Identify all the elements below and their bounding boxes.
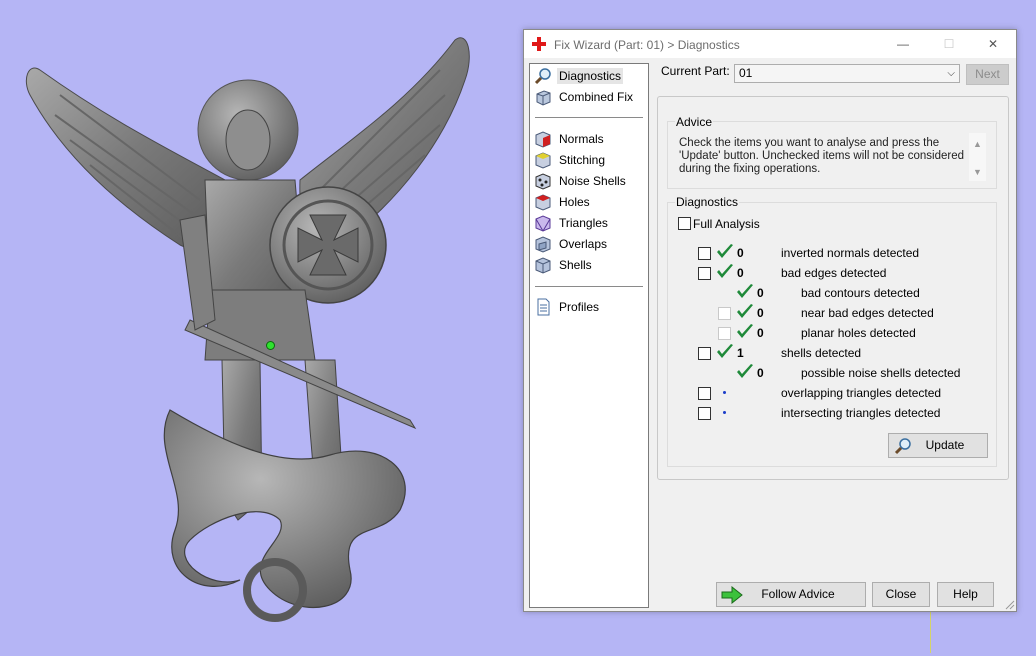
scroll-up-icon[interactable]: ▲ — [973, 139, 982, 149]
diagnostic-label: bad contours detected — [801, 286, 920, 300]
diagnostics-title: Diagnostics — [675, 195, 740, 209]
advice-text: Check the items you want to analyse and … — [679, 137, 965, 175]
close-window-button[interactable]: ✕ — [970, 30, 1016, 58]
nav-label: Combined Fix — [559, 90, 634, 104]
diagnostic-checkbox[interactable] — [698, 247, 711, 260]
diagnostic-count: 0 — [757, 326, 764, 340]
cursor-trail-line — [930, 612, 931, 653]
nav-item-holes[interactable]: Holes — [534, 192, 644, 212]
cube-fix-icon — [536, 90, 551, 106]
chevron-down-icon: ⌵ — [947, 68, 955, 79]
check-ok-icon — [737, 304, 753, 318]
nav-separator — [535, 117, 643, 118]
full-analysis-checkbox[interactable] — [678, 217, 691, 230]
update-button[interactable]: Update — [888, 433, 988, 458]
arrow-right-icon — [721, 586, 743, 604]
check-ok-icon — [737, 364, 753, 378]
angel-relief-model[interactable] — [0, 0, 520, 653]
nav-item-profiles[interactable]: Profiles — [534, 297, 644, 317]
follow-advice-button[interactable]: Follow Advice — [716, 582, 866, 607]
wizard-nav-panel: Diagnostics Combined Fix Normals Stitchi… — [529, 63, 649, 608]
nav-label: Normals — [559, 132, 604, 146]
nav-item-shells[interactable]: Shells — [534, 255, 644, 275]
diagnostic-count: 0 — [737, 246, 744, 260]
nav-label: Profiles — [559, 300, 600, 314]
diagnostic-label: intersecting triangles detected — [781, 406, 941, 420]
diagnostic-checkbox[interactable] — [718, 327, 731, 340]
triangles-cube-icon — [535, 215, 551, 232]
diagnostic-count: 0 — [737, 266, 744, 280]
diagnostic-checkbox[interactable] — [698, 387, 711, 400]
scroll-down-icon[interactable]: ▼ — [973, 167, 982, 177]
shells-cube-icon — [535, 257, 551, 274]
nav-item-combined-fix[interactable]: Combined Fix — [534, 87, 644, 107]
diagnostic-checkbox[interactable] — [718, 307, 731, 320]
advice-scrollbar[interactable]: ▲ ▼ — [969, 133, 986, 181]
follow-advice-label: Follow Advice — [761, 587, 835, 601]
check-ok-icon — [717, 344, 733, 358]
nav-label: Stitching — [559, 153, 606, 167]
title-bar[interactable]: Fix Wizard (Part: 01) > Diagnostics — ☐ … — [524, 30, 1016, 58]
diagnostic-label: near bad edges detected — [801, 306, 934, 320]
full-analysis-label: Full Analysis — [693, 217, 760, 231]
document-icon — [537, 298, 550, 316]
diagnostic-checkbox[interactable] — [698, 267, 711, 280]
check-ok-icon — [717, 264, 733, 278]
nav-item-overlaps[interactable]: Overlaps — [534, 234, 644, 254]
overlaps-cube-icon — [535, 236, 551, 253]
diagnostic-label: bad edges detected — [781, 266, 887, 280]
nav-label: Shells — [559, 258, 592, 272]
stitching-cube-icon — [535, 152, 551, 169]
minimize-button[interactable]: — — [880, 30, 926, 58]
nav-item-stitching[interactable]: Stitching — [534, 150, 644, 170]
diagnostic-label: possible noise shells detected — [801, 366, 961, 380]
diagnostic-checkbox[interactable] — [698, 407, 711, 420]
current-part-label: Current Part: — [661, 64, 730, 78]
close-button[interactable]: Close — [872, 582, 930, 607]
diagnostic-checkbox[interactable] — [698, 347, 711, 360]
red-cross-icon — [532, 37, 546, 51]
advice-title: Advice — [675, 115, 714, 129]
magnifier-icon — [894, 438, 911, 455]
3d-viewport[interactable] — [0, 0, 520, 653]
normals-cube-icon — [535, 131, 551, 148]
fix-wizard-window: Fix Wizard (Part: 01) > Diagnostics — ☐ … — [523, 29, 1017, 612]
next-button[interactable]: Next — [966, 64, 1009, 85]
help-button[interactable]: Help — [937, 582, 994, 607]
diagnostic-label: overlapping triangles detected — [781, 386, 942, 400]
holes-cube-icon — [535, 194, 551, 211]
diagnostic-label: shells detected — [781, 346, 862, 360]
noise-shells-icon — [535, 173, 551, 190]
current-part-value: 01 — [739, 66, 753, 80]
resize-grip-icon[interactable] — [1005, 600, 1015, 610]
nav-item-normals[interactable]: Normals — [534, 129, 644, 149]
diagnostic-count: 1 — [737, 346, 744, 360]
nav-label: Diagnostics — [557, 68, 624, 84]
nav-label: Triangles — [559, 216, 608, 230]
nav-separator — [535, 286, 643, 287]
current-part-select[interactable]: 01 ⌵ — [734, 64, 960, 83]
maximize-button[interactable]: ☐ — [926, 30, 972, 58]
nav-label: Noise Shells — [559, 174, 626, 188]
nav-label: Overlaps — [559, 237, 608, 251]
pending-status-icon — [723, 391, 726, 394]
diagnostic-count: 0 — [757, 366, 764, 380]
diagnostic-count: 0 — [757, 306, 764, 320]
nav-item-triangles[interactable]: Triangles — [534, 213, 644, 233]
diagnostic-label: inverted normals detected — [781, 246, 920, 260]
diagnostic-label: planar holes detected — [801, 326, 916, 340]
check-ok-icon — [737, 324, 753, 338]
pending-status-icon — [723, 411, 726, 414]
diagnostic-count: 0 — [757, 286, 764, 300]
check-ok-icon — [737, 284, 753, 298]
nav-item-diagnostics[interactable]: Diagnostics — [534, 66, 644, 86]
pick-point-marker[interactable] — [266, 341, 275, 350]
window-title: Fix Wizard (Part: 01) > Diagnostics — [554, 38, 740, 52]
magnifier-icon — [534, 68, 551, 85]
nav-label: Holes — [559, 195, 590, 209]
nav-item-noise-shells[interactable]: Noise Shells — [534, 171, 644, 191]
update-label: Update — [925, 438, 965, 452]
check-ok-icon — [717, 244, 733, 258]
